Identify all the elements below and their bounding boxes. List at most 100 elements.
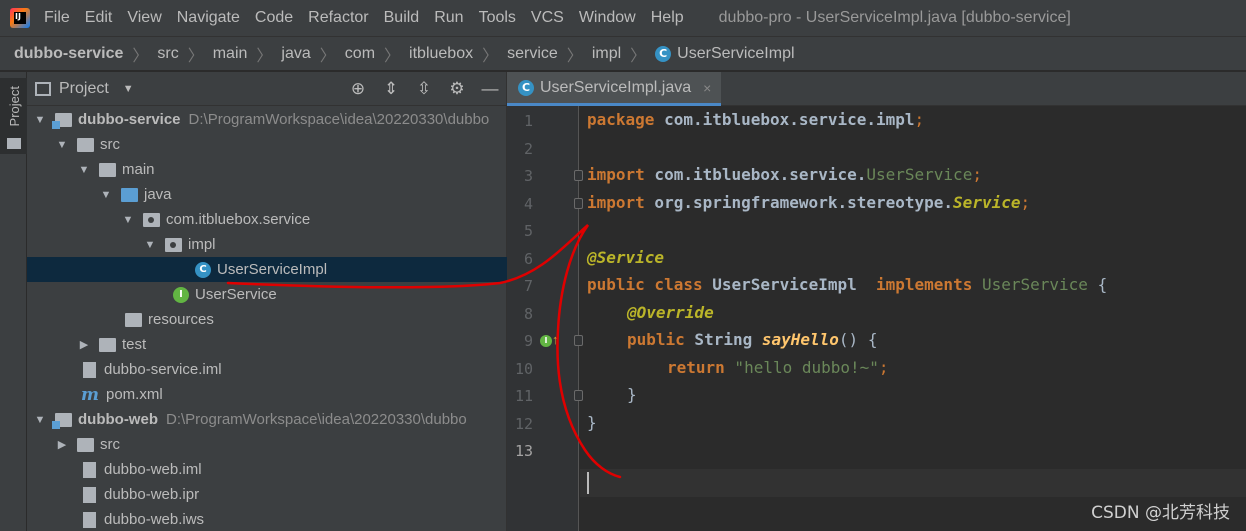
watermark: CSDN @北芳科技 [1091, 503, 1230, 523]
expand-arrow-icon[interactable]: ▼ [33, 114, 47, 126]
chevron-right-icon: 〉 [384, 47, 401, 65]
tree-item-label: dubbo-web.iml [104, 461, 202, 478]
code-line-1: package com.itbluebox.service.impl; [587, 110, 925, 129]
class-icon: C [195, 261, 211, 278]
code-line-9: public String sayHello() { [627, 330, 878, 349]
tree-item-web-iws[interactable]: dubbo-web.iws [27, 507, 507, 531]
line-number: 4 [523, 195, 533, 213]
tree-item-web-ipr[interactable]: dubbo-web.ipr [27, 482, 507, 507]
folder-icon [7, 138, 21, 149]
line-number: 11 [514, 387, 533, 405]
tree-item-web-iml[interactable]: dubbo-web.iml [27, 457, 507, 482]
tree-item-pom[interactable]: m pom.xml [27, 382, 507, 407]
menu-vcs[interactable]: VCS [531, 9, 564, 27]
file-icon [83, 461, 96, 478]
code-line-10: return "hello dubbo!~"; [667, 358, 889, 377]
menu-tools[interactable]: Tools [479, 9, 516, 27]
breadcrumb-item[interactable]: itbluebox [409, 45, 473, 63]
tree-item-label: dubbo-service.iml [104, 361, 222, 378]
chevron-down-icon[interactable]: ▼ [123, 83, 134, 95]
chevron-right-icon: 〉 [132, 47, 149, 65]
line-number-current: 13 [514, 442, 533, 460]
breadcrumb-item[interactable]: com [345, 45, 375, 63]
project-panel: Project ▼ ⊕ ⇕ ⇳ ⚙ — ▼ dubbo-service D:\P… [27, 72, 507, 531]
tree-item-src[interactable]: ▼ src [27, 132, 507, 157]
tree-item-userservice[interactable]: ▼ I UserService [27, 282, 507, 307]
menu-help[interactable]: Help [651, 9, 684, 27]
breadcrumb-current[interactable]: UserServiceImpl [677, 45, 794, 63]
file-icon [83, 486, 96, 503]
tree-item-impl[interactable]: ▼ impl [27, 232, 507, 257]
tab-userserviceimpl[interactable]: C UserServiceImpl.java × [507, 72, 721, 106]
project-panel-title[interactable]: Project [59, 80, 109, 98]
folder-icon [99, 162, 116, 177]
up-arrow-icon[interactable]: ↑ [552, 332, 559, 347]
breadcrumb-item[interactable]: impl [592, 45, 621, 63]
expand-arrow-icon[interactable]: ▼ [121, 214, 135, 226]
code-area[interactable]: package com.itbluebox.service.impl; impo… [580, 106, 1246, 531]
tree-item-main[interactable]: ▼ main [27, 157, 507, 182]
chevron-right-icon: 〉 [630, 47, 647, 65]
tree-item-dubbo-web[interactable]: ▼ dubbo-web D:\ProgramWorkspace\idea\202… [27, 407, 507, 432]
source-folder-icon [121, 187, 138, 202]
menu-refactor[interactable]: Refactor [308, 9, 368, 27]
menu-edit[interactable]: Edit [85, 9, 113, 27]
menu-code[interactable]: Code [255, 9, 293, 27]
tree-item-path: D:\ProgramWorkspace\idea\20220330\dubbo [188, 111, 490, 128]
menu-bar: IJ File Edit View Navigate Code Refactor… [0, 0, 1246, 36]
menu-file[interactable]: File [44, 9, 70, 27]
breadcrumb-item[interactable]: service [507, 45, 558, 63]
editor-tab-bar: C UserServiceImpl.java × [507, 72, 1246, 106]
class-icon: C [518, 79, 534, 96]
tree-item-java[interactable]: ▼ java [27, 182, 507, 207]
expand-arrow-icon[interactable]: ▼ [143, 239, 157, 251]
tree-item-web-src[interactable]: ▶ src [27, 432, 507, 457]
menu-build[interactable]: Build [384, 9, 420, 27]
tree-item-label: pom.xml [106, 386, 163, 403]
tree-item-resources[interactable]: ▼ resources [27, 307, 507, 332]
menu-run[interactable]: Run [434, 9, 463, 27]
window-title: dubbo-pro - UserServiceImpl.java [dubbo-… [718, 9, 1071, 26]
tree-item-dubbo-service[interactable]: ▼ dubbo-service D:\ProgramWorkspace\idea… [27, 107, 507, 132]
tree-item-iml[interactable]: dubbo-service.iml [27, 357, 507, 382]
expand-arrow-icon[interactable]: ▼ [33, 414, 47, 426]
editor-gutter: 1 2 3 4 5 6 7 8 9 10 11 12 13 I ↑ [507, 106, 583, 531]
expand-arrow-icon[interactable]: ▼ [99, 189, 113, 201]
menu-view[interactable]: View [127, 9, 161, 27]
breadcrumb-item[interactable]: dubbo-service [14, 45, 123, 63]
expand-arrow-icon[interactable]: ▼ [77, 164, 91, 176]
locate-icon[interactable]: ⊕ [348, 79, 368, 99]
expand-arrow-icon[interactable]: ▼ [55, 139, 69, 151]
menu-navigate[interactable]: Navigate [177, 9, 240, 27]
current-line-highlight [580, 469, 1246, 497]
project-panel-header: Project ▼ ⊕ ⇕ ⇳ ⚙ — [27, 72, 506, 106]
minimize-icon[interactable]: — [480, 79, 500, 99]
chevron-right-icon[interactable]: ▶ [77, 338, 91, 351]
close-icon[interactable]: × [703, 80, 711, 96]
breadcrumb-item[interactable]: src [157, 45, 178, 63]
breadcrumb-item[interactable]: java [281, 45, 310, 63]
tree-item-test[interactable]: ▶ test [27, 332, 507, 357]
chevron-right-icon: 〉 [256, 47, 273, 65]
text-caret [587, 472, 589, 494]
implements-method-icon[interactable]: I [540, 335, 552, 347]
chevron-right-icon[interactable]: ▶ [55, 438, 69, 451]
file-icon [83, 361, 96, 378]
expand-all-icon[interactable]: ⇕ [381, 79, 401, 99]
tree-item-label: com.itbluebox.service [166, 211, 311, 228]
project-tool-window-button[interactable]: Project [0, 78, 27, 154]
tree-item-userserviceimpl[interactable]: ▼ C UserServiceImpl [27, 257, 507, 282]
package-icon [165, 237, 182, 252]
line-number: 5 [523, 222, 533, 240]
tree-item-label: dubbo-web.ipr [104, 486, 200, 503]
line-number: 10 [514, 360, 533, 378]
breadcrumb-item[interactable]: main [213, 45, 248, 63]
gear-icon[interactable]: ⚙ [447, 79, 467, 99]
tree-item-label: src [100, 136, 120, 153]
project-tool-label: Project [7, 86, 22, 127]
tree-item-package[interactable]: ▼ com.itbluebox.service [27, 207, 507, 232]
maven-icon: m [81, 384, 99, 405]
menu-window[interactable]: Window [579, 9, 636, 27]
code-line-7: public class UserServiceImpl implements … [587, 275, 1108, 294]
collapse-all-icon[interactable]: ⇳ [414, 79, 434, 99]
